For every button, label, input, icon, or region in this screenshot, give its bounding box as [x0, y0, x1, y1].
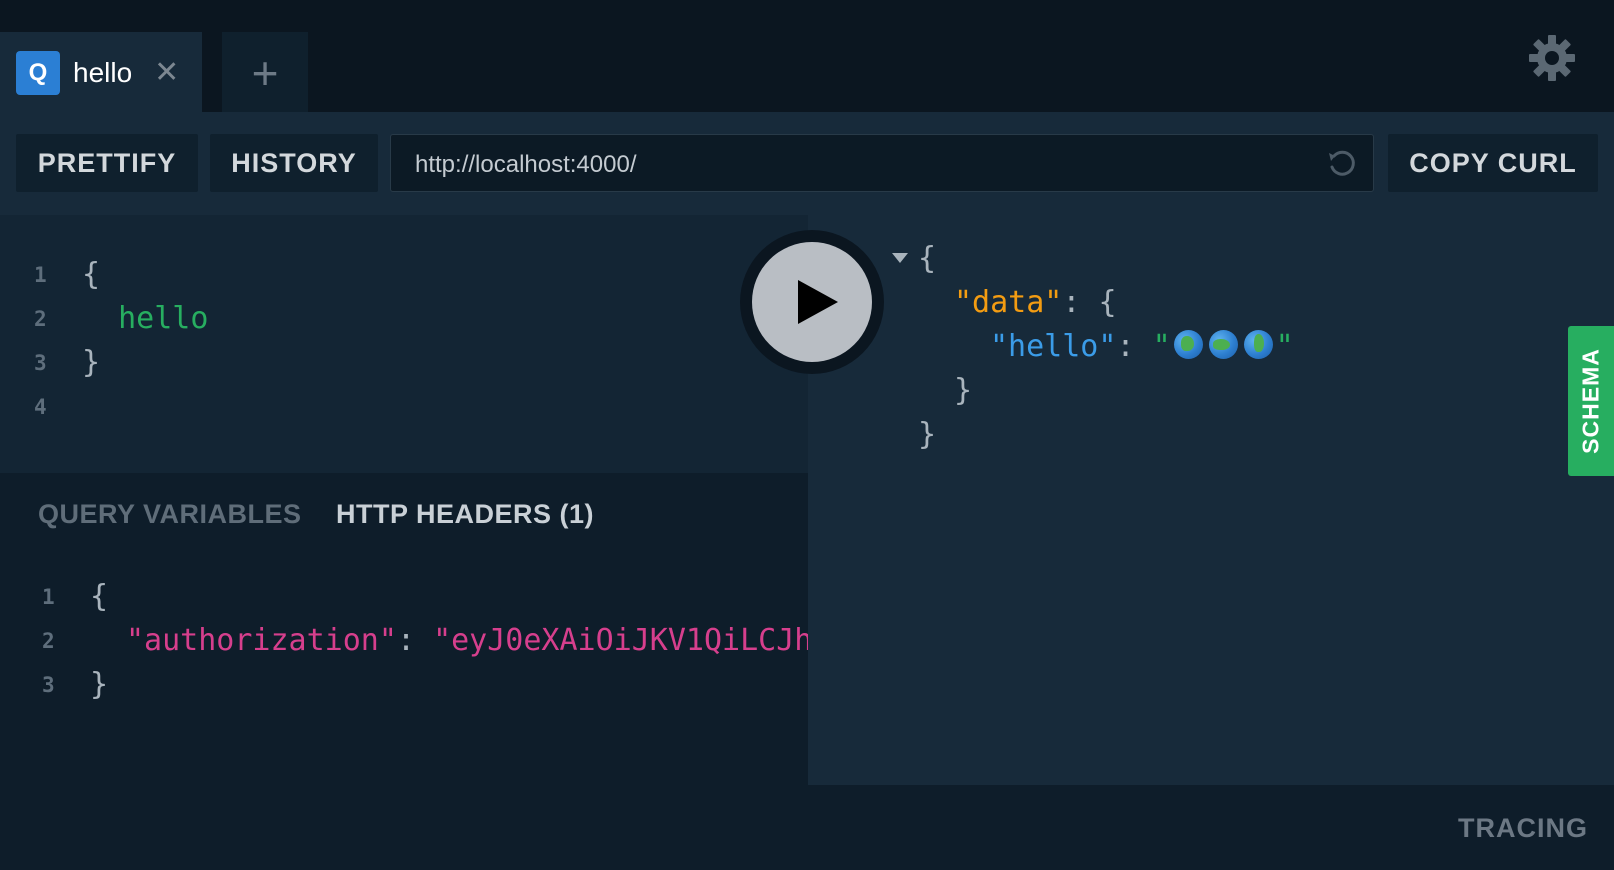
hello-key: "hello" — [990, 329, 1117, 364]
endpoint-url: http://localhost:4000/ — [415, 151, 637, 178]
add-tab-button[interactable]: + — [222, 32, 308, 114]
result-line: } — [918, 417, 937, 452]
code-line: { — [90, 579, 109, 614]
schema-tab[interactable]: SCHEMA — [1568, 326, 1614, 476]
code-line: } — [82, 345, 101, 380]
header-line[interactable]: "authorization": "eyJ0eXAiOiJKV1QiLCJhbG… — [126, 623, 808, 658]
tracing-button[interactable]: TRACING — [1458, 813, 1588, 844]
globe-africa-icon — [1173, 330, 1203, 359]
bottom-bar: TRACING — [808, 785, 1614, 870]
line-number: 2 — [42, 629, 55, 653]
colon: : — [1062, 285, 1099, 320]
gear-icon[interactable] — [1528, 34, 1576, 82]
tab-label: hello — [73, 57, 133, 88]
header-value: "eyJ0eXAiOiJKV1QiLCJhbGciOiJIUzI1NiJ9 — [433, 623, 808, 658]
result-pane: { "data": { "hello": " " } } — [808, 215, 1614, 785]
line-number: 1 — [34, 263, 47, 287]
globe-asia-icon — [1208, 330, 1238, 359]
history-button[interactable]: HISTORY — [210, 134, 378, 192]
tab-http-headers[interactable]: HTTP HEADERS (1) — [336, 499, 594, 530]
colon: : — [1116, 329, 1153, 364]
close-icon[interactable]: ✕ — [154, 58, 179, 88]
variables-panel: QUERY VARIABLES HTTP HEADERS (1) 1 2 3 {… — [0, 473, 808, 870]
result-line: "hello": " " — [990, 329, 1294, 364]
line-number: 3 — [34, 351, 47, 375]
globe-americas-icon — [1243, 330, 1273, 359]
reload-icon[interactable] — [1325, 147, 1359, 181]
query-editor[interactable]: 1 2 3 4 { hello } — [0, 215, 808, 473]
play-icon — [798, 280, 838, 324]
colon: : — [396, 623, 434, 658]
query-tab-hello[interactable]: Q hello ✕ — [0, 32, 202, 114]
endpoint-input[interactable]: http://localhost:4000/ — [390, 134, 1374, 192]
data-key: "data" — [954, 285, 1063, 320]
collapse-arrow-icon[interactable] — [892, 253, 908, 263]
query-q-icon: Q — [16, 51, 60, 95]
line-number: 2 — [34, 307, 47, 331]
tab-bar: Q hello ✕ + — [0, 0, 1614, 114]
code-line-field: hello — [82, 301, 209, 336]
copy-curl-button[interactable]: COPY CURL — [1388, 134, 1598, 192]
line-number: 3 — [42, 673, 55, 697]
quote: " — [1275, 329, 1294, 364]
quote: " — [1152, 329, 1171, 364]
prettify-button[interactable]: PRETTIFY — [16, 134, 198, 192]
header-key: "authorization" — [126, 623, 397, 658]
tab-query-variables[interactable]: QUERY VARIABLES — [38, 499, 302, 530]
code-line: } — [90, 667, 109, 702]
result-line: } — [954, 373, 973, 408]
result-line: { — [918, 241, 937, 276]
execute-query-button[interactable] — [752, 242, 872, 362]
code-line: { — [82, 257, 101, 292]
hello-value: " " — [1153, 329, 1294, 364]
line-number: 4 — [34, 395, 47, 419]
brace: { — [1098, 285, 1117, 320]
line-number: 1 — [42, 585, 55, 609]
toolbar: PRETTIFY HISTORY http://localhost:4000/ … — [0, 112, 1614, 215]
result-line: "data": { — [954, 285, 1117, 320]
schema-label: SCHEMA — [1577, 348, 1604, 454]
